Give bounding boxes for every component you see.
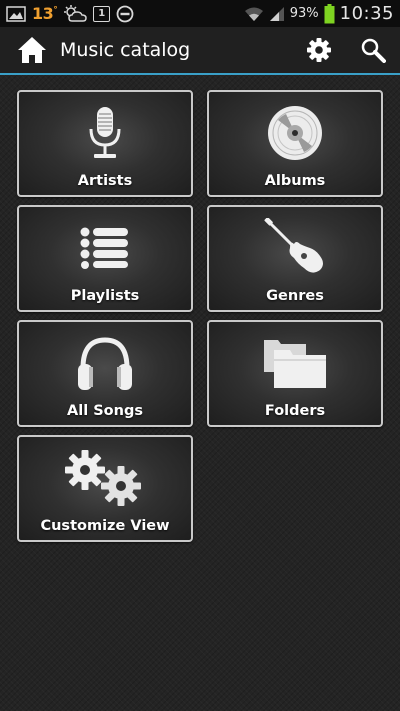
list-icon [80, 227, 130, 269]
wifi-icon [244, 6, 264, 22]
headphones-icon [75, 334, 135, 392]
tile-label: Artists [77, 173, 133, 189]
signal-icon [269, 6, 285, 22]
image-icon [6, 5, 26, 22]
tile-albums[interactable]: Albums [207, 90, 383, 197]
app-title: Music catalog [60, 39, 191, 61]
tile-all-songs[interactable]: All Songs [17, 320, 193, 427]
category-grid: Artists Albums Playlists Genres All Song… [17, 90, 383, 542]
tile-label: Customize View [40, 518, 170, 534]
tile-label: Albums [264, 173, 326, 189]
guitar-icon [264, 218, 326, 278]
action-bar: Music catalog [0, 27, 400, 75]
search-button[interactable] [346, 27, 400, 73]
tile-label: Genres [266, 288, 324, 304]
status-bar: 13° 1 93% 10:35 [0, 0, 400, 27]
home-button[interactable] [10, 27, 54, 73]
microphone-icon [85, 105, 125, 161]
weather-icon [63, 4, 88, 23]
folders-icon [262, 336, 328, 390]
tile-playlists[interactable]: Playlists [17, 205, 193, 312]
temperature-text: 13° [32, 4, 58, 23]
search-icon [360, 37, 386, 63]
tile-artists[interactable]: Artists [17, 90, 193, 197]
battery-percent: 93% [289, 6, 319, 21]
settings-icon [306, 37, 332, 63]
blocked-icon [116, 5, 134, 23]
tile-folders[interactable]: Folders [207, 320, 383, 427]
clock-time: 10:35 [339, 3, 394, 24]
tile-customize-view[interactable]: Customize View [17, 435, 193, 542]
status-bar-notifications: 13° 1 [6, 4, 134, 23]
gears-icon [63, 448, 147, 508]
tile-label: Folders [264, 403, 326, 419]
home-icon [17, 36, 47, 64]
status-bar-system: 93% 10:35 [244, 3, 394, 24]
tile-label: Playlists [70, 288, 140, 304]
tile-genres[interactable]: Genres [207, 205, 383, 312]
battery-icon [324, 3, 335, 24]
disc-icon [266, 104, 324, 162]
tile-label: All Songs [67, 403, 143, 419]
calendar-badge-icon: 1 [93, 5, 111, 22]
settings-button[interactable] [292, 27, 346, 73]
